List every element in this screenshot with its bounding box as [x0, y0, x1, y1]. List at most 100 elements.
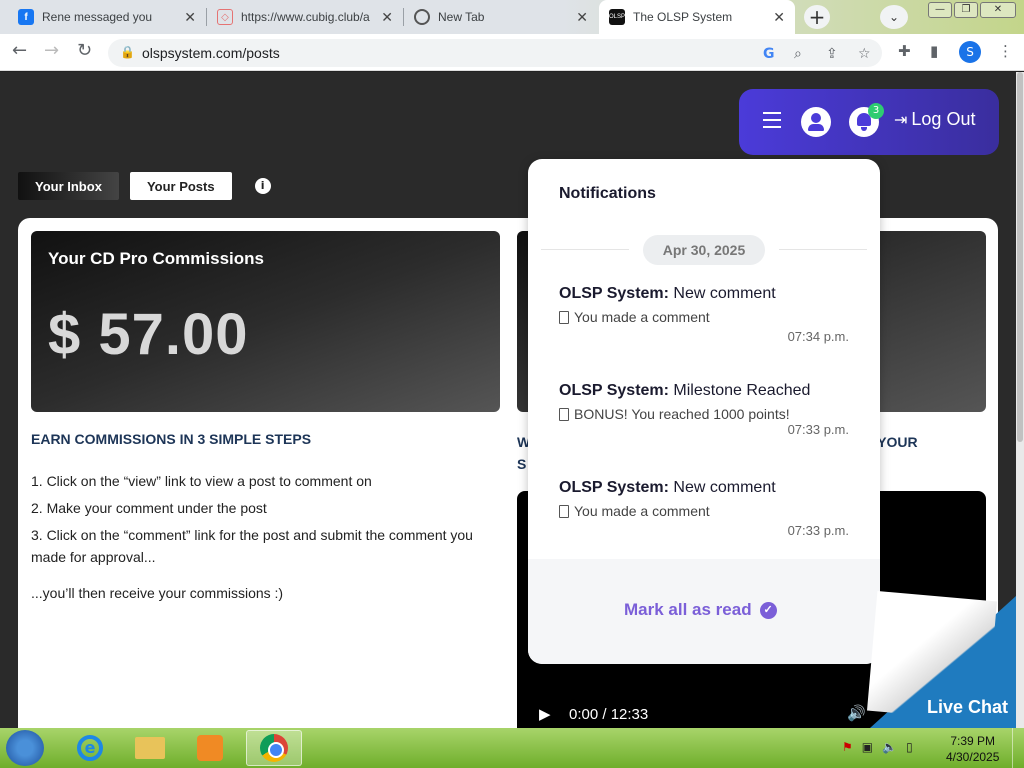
notification-time: 07:33 p.m.	[787, 523, 849, 538]
notification-count-badge: 3	[868, 103, 884, 119]
profile-avatar[interactable]: S	[959, 41, 981, 63]
notification-title: New comment	[673, 285, 776, 302]
scrollbar-thumb[interactable]	[1017, 72, 1023, 442]
close-icon[interactable]: ✕	[576, 9, 588, 26]
reload-icon[interactable]: ↻	[77, 40, 92, 61]
bookmark-star-icon[interactable]: ☆	[858, 46, 871, 62]
taskbar-clock[interactable]: 7:39 PM 4/30/2025	[946, 733, 999, 765]
notification-body: You made a comment	[574, 503, 710, 519]
view-tabs: Your Inbox Your Posts i	[18, 172, 271, 200]
tab-new-tab[interactable]: New Tab ✕	[404, 0, 598, 34]
notification-time: 07:34 p.m.	[787, 329, 849, 344]
info-icon[interactable]: i	[254, 178, 271, 194]
media-player-icon	[197, 735, 223, 761]
step-item: 1. Click on the “view” link to view a po…	[31, 473, 372, 489]
tab-olsp[interactable]: OLSP The OLSP System ✕	[599, 0, 795, 34]
notifications-dropdown: Notifications Apr 30, 2025 OLSP System: …	[528, 159, 880, 664]
steps-footer: ...you’ll then receive your commissions …	[31, 585, 284, 601]
page-content: 3 ⇥ Log Out Your Inbox Your Posts i Your…	[0, 72, 1016, 728]
close-icon[interactable]: ✕	[184, 9, 196, 26]
taskbar-file-explorer[interactable]	[122, 730, 178, 766]
taskbar-chrome[interactable]	[246, 730, 302, 766]
taskbar: e ⚑ ▣ 🔈 ▯ 7:39 PM 4/30/2025	[0, 728, 1024, 768]
share-icon[interactable]: ⇪	[826, 46, 838, 62]
volume-tray-icon[interactable]: 🔈	[882, 740, 897, 754]
taskbar-media-player[interactable]	[182, 730, 238, 766]
browser-chrome: f Rene messaged you ✕ ◇ https://www.cubi…	[0, 0, 1024, 72]
divider-line	[541, 249, 629, 250]
address-bar[interactable]: 🔒 olspsystem.com/posts G ⌕ ⇪ ☆	[108, 39, 882, 67]
show-desktop-button[interactable]	[1012, 728, 1024, 768]
close-icon[interactable]: ✕	[381, 9, 393, 26]
menu-dots-icon[interactable]: ⋮	[998, 42, 1013, 60]
maximize-button[interactable]: ❐	[954, 2, 978, 18]
extensions-icon[interactable]: ✚	[898, 42, 911, 60]
notification-body: BONUS! You reached 1000 points!	[574, 406, 790, 422]
top-nav: 3 ⇥ Log Out	[739, 89, 999, 155]
internet-explorer-icon: e	[77, 735, 103, 761]
steps-heading: EARN COMMISSIONS IN 3 SIMPLE STEPS	[31, 431, 312, 447]
chrome-icon	[260, 734, 288, 762]
notification-item[interactable]: OLSP System: New comment You made a comm…	[559, 285, 849, 344]
video-time: 0:00 / 12:33	[569, 706, 649, 723]
document-icon	[559, 407, 569, 421]
close-icon[interactable]: ✕	[773, 9, 785, 26]
step-item: 2. Make your comment under the post	[31, 500, 267, 516]
notification-sender: OLSP System:	[559, 479, 669, 496]
notifications-footer: Mark all as read ✓	[528, 559, 880, 664]
window-controls: — ❐ ✕	[928, 2, 1016, 18]
logout-icon: ⇥	[894, 111, 908, 129]
tab-your-posts[interactable]: Your Posts	[129, 172, 232, 200]
notification-item[interactable]: OLSP System: New comment You made a comm…	[559, 479, 849, 538]
notification-item[interactable]: OLSP System: Milestone Reached BONUS! Yo…	[559, 382, 849, 437]
document-icon	[559, 310, 569, 324]
tab-search-button[interactable]: ⌄	[880, 5, 908, 29]
back-arrow-icon[interactable]: ←	[12, 40, 27, 61]
minimize-button[interactable]: —	[928, 2, 952, 18]
notification-sender: OLSP System:	[559, 382, 669, 399]
tab-your-inbox[interactable]: Your Inbox	[18, 172, 119, 200]
notification-title: New comment	[673, 479, 776, 496]
document-icon	[559, 504, 569, 518]
chrome-icon	[414, 9, 430, 25]
user-profile-icon[interactable]	[801, 107, 831, 137]
play-icon[interactable]: ▶	[539, 705, 551, 723]
notification-sender: OLSP System:	[559, 285, 669, 302]
notifications-heading: Notifications	[559, 185, 656, 202]
url-text[interactable]: olspsystem.com/posts	[142, 45, 280, 61]
facebook-icon: f	[18, 9, 34, 25]
date-pill: Apr 30, 2025	[643, 235, 765, 265]
commissions-panel: Your CD Pro Commissions $ 57.00	[31, 231, 500, 412]
side-panel-icon[interactable]: ▮	[930, 42, 938, 60]
cubig-icon: ◇	[217, 9, 233, 25]
taskbar-internet-explorer[interactable]: e	[62, 730, 118, 766]
mark-all-read-button[interactable]: Mark all as read ✓	[624, 600, 777, 620]
folder-icon	[135, 737, 165, 759]
notification-title: Milestone Reached	[673, 382, 811, 399]
live-chat-label: Live Chat	[926, 697, 1008, 717]
logout-button[interactable]: ⇥ Log Out	[894, 109, 975, 130]
clock-date: 4/30/2025	[946, 750, 1000, 764]
lock-icon: 🔒	[120, 45, 135, 59]
tab-cubig[interactable]: ◇ https://www.cubig.club/a ✕	[207, 0, 403, 34]
page-scrollbar[interactable]	[1016, 72, 1024, 728]
zoom-icon[interactable]: ⌕	[794, 46, 802, 62]
hamburger-menu-icon[interactable]	[763, 112, 781, 128]
network-icon[interactable]: ▣	[862, 740, 873, 754]
step-item: 3. Click on the “comment” link for the p…	[31, 527, 473, 565]
volume-icon[interactable]: 🔊	[847, 704, 866, 722]
google-icon[interactable]: G	[763, 46, 775, 62]
clock-time: 7:39 PM	[950, 734, 996, 748]
system-tray: ⚑ ▣ 🔈 ▯	[842, 740, 913, 754]
start-button[interactable]	[6, 730, 44, 766]
notification-time: 07:33 p.m.	[787, 422, 849, 437]
action-center-flag-icon[interactable]: ⚑	[842, 740, 853, 754]
power-icon[interactable]: ▯	[906, 740, 913, 754]
date-divider: Apr 30, 2025	[541, 235, 867, 265]
tab-strip: f Rene messaged you ✕ ◇ https://www.cubi…	[0, 0, 1024, 34]
forward-arrow-icon[interactable]: →	[44, 40, 59, 61]
live-chat-button[interactable]: Live Chat	[866, 590, 1016, 728]
close-window-button[interactable]: ✕	[980, 2, 1016, 18]
tab-facebook[interactable]: f Rene messaged you ✕	[8, 0, 206, 34]
new-tab-button[interactable]: +	[804, 5, 830, 29]
